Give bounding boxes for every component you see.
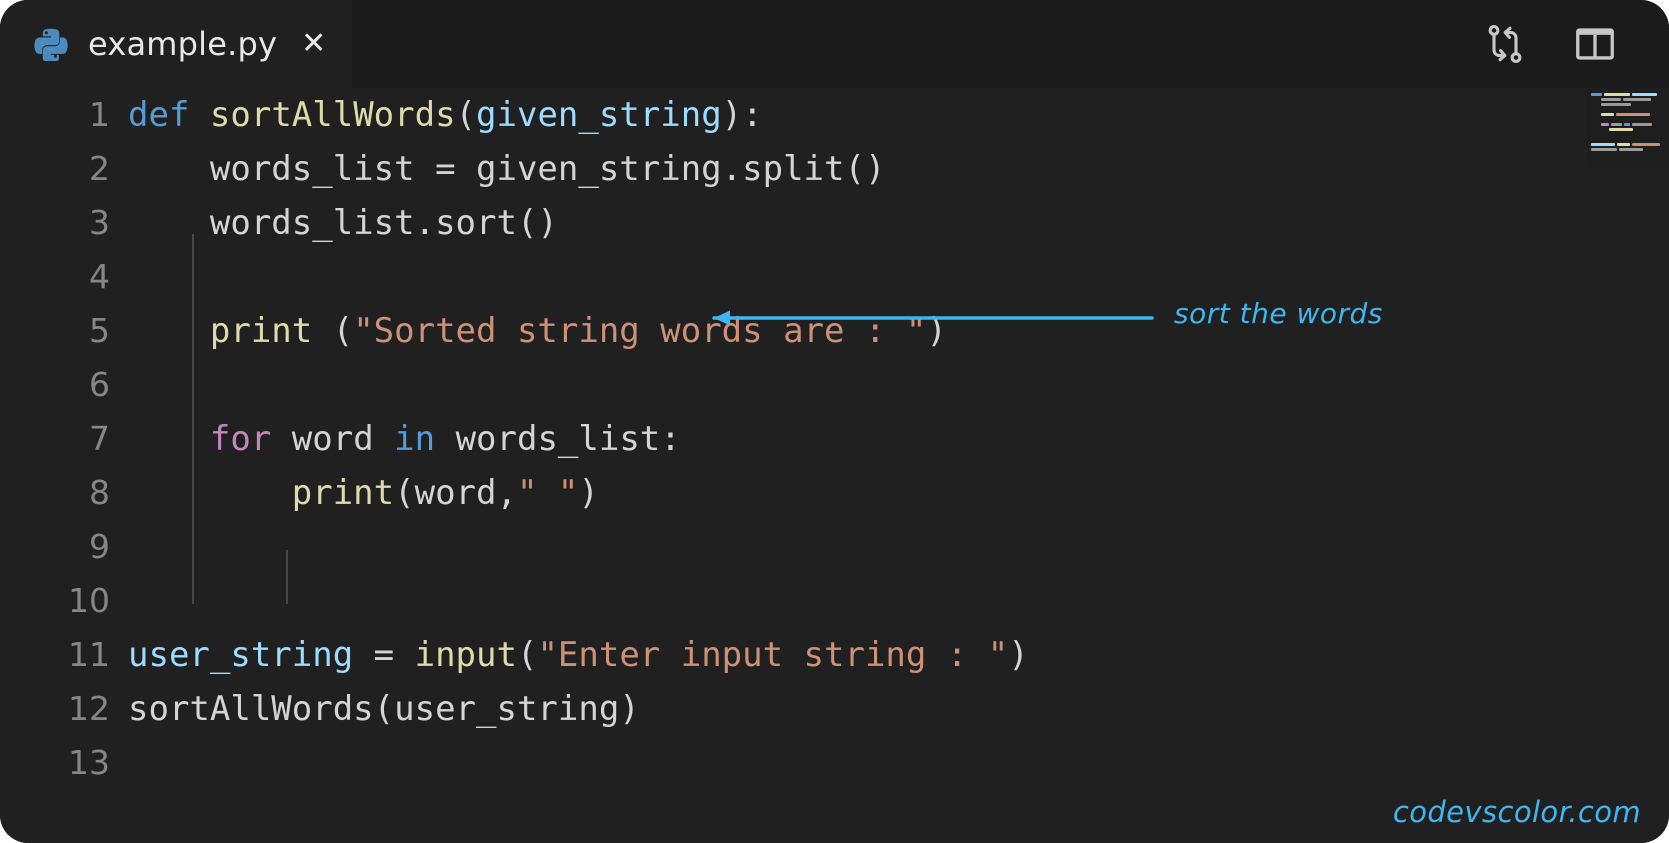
line-number: 5 [89,311,110,350]
code-token: "Sorted string words are : " [353,311,927,351]
line-number: 1 [89,95,110,134]
code-token: words_list: [435,419,681,459]
code-token: ) [619,689,640,729]
code-token: = [353,635,415,675]
code-line-text [128,520,1669,574]
code-token: user_string [128,635,354,675]
code-line-text: print ("Sorted string words are : ") [128,304,1669,358]
code-token: word [414,473,497,513]
code-line[interactable]: 2 words_list = given_string.split() [0,142,1669,196]
code-token: given_string [476,149,722,189]
line-number: 11 [68,635,110,674]
code-token: ( [394,473,415,513]
code-token: in [394,419,436,459]
code-line[interactable]: 4 [0,250,1669,304]
code-line-text [128,736,1669,790]
line-number: 10 [68,581,110,620]
code-token: words_list [209,149,415,189]
code-token: def [128,95,190,135]
code-token: ): [721,95,763,135]
code-token: sortAllWords [128,689,374,729]
code-line[interactable]: 6 [0,358,1669,412]
code-line[interactable]: 13 [0,736,1669,790]
python-logo-icon [34,27,68,61]
code-line-text [128,574,1669,628]
code-line[interactable]: 3 words_list.sort() [0,196,1669,250]
code-line[interactable]: 9 [0,520,1669,574]
site-watermark: codevscolor.com [1392,795,1641,829]
code-token: ) [578,473,599,513]
line-number: 8 [89,473,110,512]
code-editor[interactable]: 1 def sortAllWords(given_string): 2 words_… [0,88,1669,843]
code-token: .sort() [414,203,558,243]
code-token: , [496,473,517,513]
line-number: 6 [89,365,110,404]
code-line[interactable]: 10 [0,574,1669,628]
code-token: " " [516,473,579,513]
code-line-text: print(word," ") [128,466,1669,520]
code-line-text: words_list = given_string.split() [128,142,1669,196]
code-token: word [271,419,395,459]
code-line-text: user_string = input("Enter input string … [128,628,1669,682]
code-token: = [414,149,477,189]
line-number: 3 [89,203,110,242]
line-number: 7 [89,419,110,458]
close-icon[interactable]: ✕ [301,29,326,59]
compare-changes-icon[interactable] [1483,22,1527,66]
code-token: ( [312,311,354,351]
code-token: user_string [394,689,620,729]
tab-bar-actions [1483,0,1669,88]
code-line[interactable]: 12 sortAllWords(user_string) [0,682,1669,736]
code-line-text [128,358,1669,412]
code-token: given_string [476,95,722,135]
tab-filename: example.py [88,25,278,63]
code-line-text: sortAllWords(user_string) [128,682,1669,736]
code-token: for [209,419,272,459]
code-token: ( [455,95,477,135]
split-editor-icon[interactable] [1573,22,1617,66]
code-lines: 1 def sortAllWords(given_string): 2 words_… [0,88,1669,790]
code-minimap[interactable] [1587,88,1669,166]
annotation-label: sort the words [1174,297,1383,330]
tab-example-py[interactable]: example.py ✕ [0,0,353,88]
code-line-text: for word in words_list: [128,412,1669,466]
line-number: 4 [89,257,110,296]
code-line[interactable]: 5 print ("Sorted string words are : ") [0,304,1669,358]
code-token: words_list [209,203,415,243]
code-token: .split() [721,149,886,189]
code-line-text: def sortAllWords(given_string): [128,88,1669,142]
code-line[interactable]: 11 user_string = input("Enter input strin… [0,628,1669,682]
code-token: print [209,311,313,351]
code-token: ) [1008,635,1029,675]
code-line[interactable]: 1 def sortAllWords(given_string): [0,88,1669,142]
code-token: ) [926,311,947,351]
code-token: "Enter input string : " [537,635,1009,675]
code-token: ( [516,635,538,675]
code-line-text: words_list.sort() [128,196,1669,250]
line-number: 13 [68,743,110,782]
code-token: print [291,473,395,513]
editor-window: example.py ✕ 1 def sortAllWords(given_st… [0,0,1669,843]
line-number: 2 [89,149,110,188]
line-number: 9 [89,527,110,566]
code-token: sortAllWords [209,95,456,135]
tab-bar: example.py ✕ [0,0,1669,88]
code-line-text [128,250,1669,304]
code-token: ( [373,689,395,729]
code-line[interactable]: 8 print(word," ") [0,466,1669,520]
line-number: 12 [68,689,110,728]
tab-bar-spacer [352,0,1483,88]
code-token: input [414,635,517,675]
code-line[interactable]: 7 for word in words_list: [0,412,1669,466]
